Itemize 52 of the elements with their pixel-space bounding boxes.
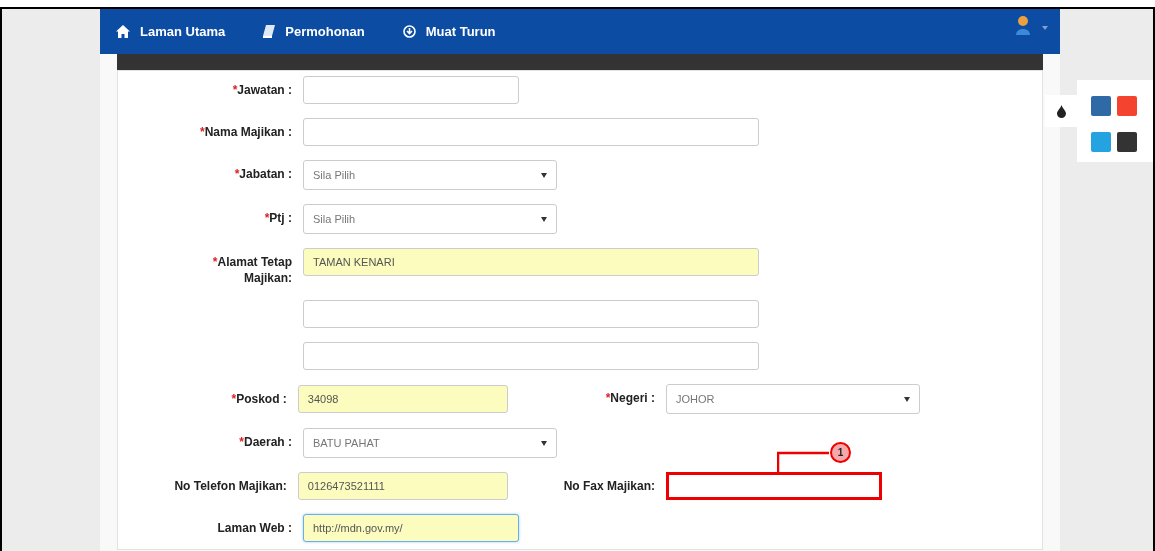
color-swatch[interactable] [1091, 96, 1111, 116]
caret-icon [541, 440, 547, 446]
required-marker: * [199, 125, 205, 139]
field-label: Negeri : [610, 391, 655, 406]
required-marker: * [605, 391, 611, 406]
input-field[interactable] [303, 300, 759, 329]
field-label: Alamat Tetap Majikan: [217, 255, 292, 286]
color-swatch[interactable] [1117, 96, 1137, 116]
caret-icon [541, 172, 547, 178]
dropdown-select[interactable]: BATU PAHAT [303, 428, 557, 459]
input-field[interactable]: 0126473521111 [297, 472, 508, 501]
field-label: No Telefon Majikan: [174, 479, 287, 494]
home-icon [116, 25, 130, 38]
dropdown-select[interactable]: JOHOR [666, 384, 920, 415]
caret-icon [904, 396, 910, 402]
input-field[interactable] [303, 118, 759, 146]
required-marker: * [212, 255, 218, 269]
callout-number: 1 [830, 442, 851, 464]
required-marker: * [234, 167, 240, 181]
required-marker: * [232, 83, 238, 97]
input-field[interactable]: TAMAN KENARI [303, 248, 759, 276]
dropdown-select[interactable]: Sila Pilih [303, 160, 557, 190]
nav-link[interactable]: Laman Utama [116, 21, 226, 42]
caret-icon[interactable] [1042, 26, 1048, 30]
nav-link[interactable]: Permohonan [263, 21, 365, 42]
book-icon [263, 25, 276, 38]
input-field[interactable]: http://mdn.gov.my/ [303, 514, 519, 543]
color-swatch[interactable] [1091, 132, 1111, 152]
field-label: Nama Majikan : [204, 125, 292, 139]
field-label: Laman Web : [217, 521, 292, 536]
dropdown-select[interactable]: Sila Pilih [303, 204, 557, 234]
required-marker: * [239, 435, 244, 450]
caret-icon [541, 216, 547, 222]
field-label: Daerah : [243, 435, 292, 450]
color-swatch[interactable] [1117, 132, 1137, 152]
input-field[interactable]: 34098 [297, 385, 508, 414]
theme-toggle[interactable] [1045, 95, 1077, 127]
download-icon [402, 25, 416, 38]
leader-line [777, 452, 829, 474]
droplet-icon [1056, 104, 1066, 118]
required-marker: * [264, 211, 270, 225]
user-avatar-icon[interactable] [1014, 14, 1032, 36]
field-label: No Fax Majikan: [563, 479, 655, 494]
field-label: Jawatan : [237, 83, 292, 97]
required-marker: * [231, 392, 237, 407]
field-label: Jabatan : [239, 167, 292, 181]
nav-link[interactable]: Muat Turun [402, 21, 496, 42]
input-field[interactable] [303, 76, 519, 104]
field-label: Poskod : [236, 392, 287, 407]
input-field[interactable] [303, 342, 759, 371]
input-field[interactable] [666, 472, 882, 501]
field-label: Ptj : [269, 211, 292, 225]
